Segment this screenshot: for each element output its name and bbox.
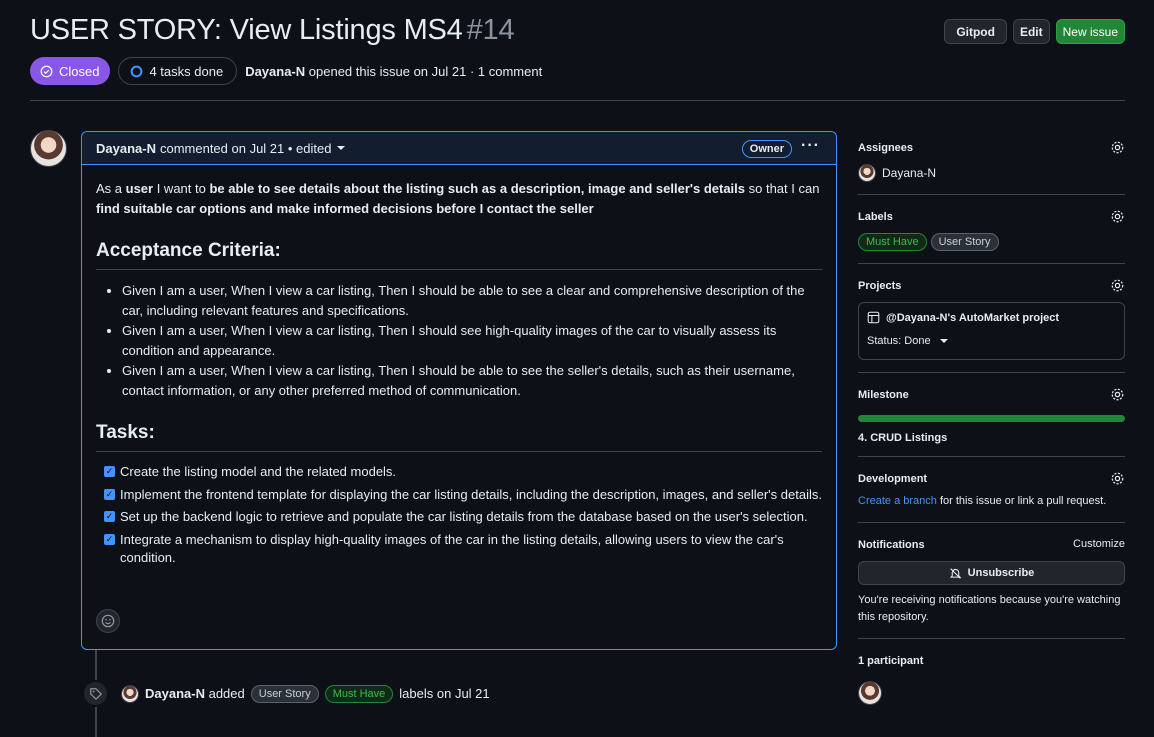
label-must-have[interactable]: Must Have (858, 233, 927, 251)
task-label: Implement the frontend template for disp… (120, 486, 822, 502)
milestone-title: Milestone (858, 389, 909, 401)
kebab-menu-icon[interactable]: ··· (801, 137, 820, 155)
customize-link[interactable]: Customize (1073, 538, 1125, 550)
tag-icon (82, 680, 109, 707)
milestone-name[interactable]: 4. CRUD Listings (858, 432, 1125, 444)
checkbox[interactable]: ✓ (104, 466, 115, 477)
participants-title: 1 participant (858, 655, 924, 667)
gear-icon[interactable] (1110, 278, 1125, 293)
avatar[interactable] (121, 684, 139, 703)
task-label: Create the listing model and the related… (120, 464, 397, 479)
gear-icon[interactable] (1110, 471, 1125, 486)
avatar[interactable] (30, 130, 67, 167)
projects-title: Projects (858, 280, 902, 292)
milestone-progress-bar (858, 415, 1125, 422)
story-intro: As a user I want to be able to see detai… (96, 181, 820, 216)
gear-icon[interactable] (1110, 209, 1125, 224)
create-branch-link[interactable]: Create a branch (858, 495, 937, 507)
author-link[interactable]: Dayana-N (245, 64, 305, 79)
project-name-text: @Dayana-N's AutoMarket project (886, 311, 1060, 324)
criteria-list: Given I am a user, When I view a car lis… (96, 281, 822, 400)
avatar (858, 164, 876, 182)
timeline-event: Dayana-N added User Story Must Have labe… (82, 680, 490, 707)
list-item: Given I am a user, When I view a car lis… (122, 281, 822, 320)
issue-title-text: USER STORY: View Listings MS4 (30, 14, 463, 46)
checkbox[interactable]: ✓ (104, 511, 115, 522)
opened-info: Dayana-N opened this issue on Jul 21 · 1… (245, 64, 542, 79)
development-title: Development (858, 473, 928, 485)
issue-meta: Closed 4 tasks done Dayana-N opened this… (30, 57, 542, 85)
project-name[interactable]: @Dayana-N's AutoMarket project (867, 311, 1116, 324)
assignees-title: Assignees (858, 142, 914, 154)
comment-box: Dayana-N commented on Jul 21 • edited Ow… (81, 131, 837, 650)
gitpod-button[interactable]: Gitpod (944, 19, 1007, 44)
acceptance-heading: Acceptance Criteria: (96, 239, 822, 270)
chevron-down-icon[interactable] (337, 146, 346, 150)
comment-header: Dayana-N commented on Jul 21 • edited Ow… (82, 132, 836, 165)
opened-text: opened this issue on Jul 21 · 1 comment (308, 63, 543, 79)
list-item: Given I am a user, When I view a car lis… (122, 361, 822, 400)
project-status[interactable]: Status: Done (867, 335, 1116, 347)
task-item: ✓ Integrate a mechanism to display high-q… (104, 531, 822, 568)
comment-timestamp[interactable]: commented on Jul 21 • edited (160, 141, 332, 156)
milestone-section: Milestone 4. CRUD Listings (858, 385, 1125, 457)
comment-author[interactable]: Dayana-N (96, 141, 156, 156)
labels-section: Labels Must Have User Story (858, 207, 1125, 264)
gear-icon[interactable] (1110, 140, 1125, 155)
task-item: ✓ Set up the backend logic to retrieve an… (104, 508, 822, 527)
task-item: ✓ Implement the frontend template for dis… (104, 486, 822, 505)
assignee-name[interactable]: Dayana-N (882, 166, 936, 180)
label-user-story[interactable]: User Story (930, 233, 999, 251)
issue-header: USER STORY: View Listings MS4 #14 Gitpod … (30, 14, 1125, 54)
event-suffix: labels on Jul 21 (399, 686, 490, 701)
tasks-heading: Tasks: (96, 421, 822, 452)
add-reaction-button[interactable] (96, 609, 120, 633)
development-text: Create a branch for this issue or link a… (858, 495, 1107, 507)
assignee-row[interactable]: Dayana-N (858, 164, 1125, 182)
event-text: Dayana-N added (145, 686, 245, 701)
header-divider (30, 100, 1125, 101)
edit-button[interactable]: Edit (1012, 19, 1050, 44)
labels-title: Labels (858, 211, 893, 223)
bell-slash-icon (949, 567, 961, 579)
unsubscribe-label: Unsubscribe (967, 567, 1035, 579)
chevron-down-icon (939, 339, 948, 344)
tasks-badge[interactable]: 4 tasks done (118, 57, 238, 85)
owner-badge: Owner (741, 140, 792, 158)
issue-number: #14 (466, 14, 515, 46)
gear-icon[interactable] (1110, 387, 1125, 402)
smiley-icon (101, 614, 115, 628)
avatar[interactable] (858, 681, 882, 705)
label-user-story[interactable]: User Story (250, 684, 319, 703)
tasks-label: 4 tasks done (149, 63, 224, 79)
header-actions: Gitpod Edit New issue (944, 19, 1125, 44)
issue-sidebar: Assignees Dayana-N Labels Must Have User… (858, 138, 1125, 732)
event-author[interactable]: Dayana-N (145, 686, 205, 701)
table-icon (867, 311, 880, 324)
development-section: Development Create a branch for this iss… (858, 469, 1125, 523)
notifications-text: You're receiving notifications because y… (858, 594, 1121, 623)
list-item: Given I am a user, When I view a car lis… (122, 321, 822, 360)
labels-row: Must Have User Story (858, 233, 1125, 251)
assignees-section: Assignees Dayana-N (858, 138, 1125, 195)
label-must-have[interactable]: Must Have (324, 684, 394, 703)
task-label: Integrate a mechanism to display high-qu… (120, 531, 784, 566)
status-label: Closed (59, 63, 100, 79)
status-badge: Closed (30, 57, 111, 85)
check-circle-icon (40, 65, 53, 77)
checkbox[interactable]: ✓ (104, 488, 115, 500)
new-issue-button[interactable]: New issue (1055, 19, 1125, 44)
participants-section: 1 participant (858, 651, 1125, 720)
task-label: Set up the backend logic to retrieve and… (120, 509, 808, 524)
project-card[interactable]: @Dayana-N's AutoMarket project Status: D… (858, 302, 1125, 360)
comment-body: As a user I want to be able to see detai… (82, 165, 836, 568)
progress-circle-icon (131, 65, 143, 77)
task-item: ✓ Create the listing model and the relate… (104, 463, 822, 482)
checkbox[interactable]: ✓ (104, 533, 115, 545)
projects-section: Projects @Dayana-N's AutoMarket project … (858, 276, 1125, 373)
notifications-section: Notifications Customize Unsubscribe You'… (858, 535, 1125, 639)
unsubscribe-button[interactable]: Unsubscribe (858, 561, 1125, 585)
project-status-text: Status: Done (867, 335, 931, 347)
task-list: ✓ Create the listing model and the relate… (96, 463, 822, 568)
